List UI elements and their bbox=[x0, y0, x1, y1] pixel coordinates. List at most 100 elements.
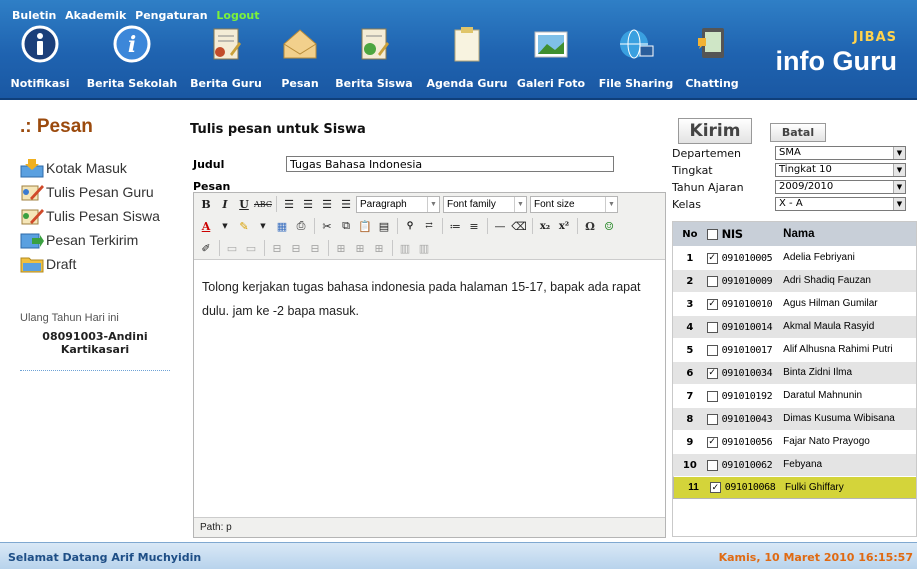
insert-col-after-icon[interactable]: ⊞ bbox=[351, 239, 369, 257]
judul-input[interactable] bbox=[286, 156, 614, 172]
file-sharing-button[interactable]: File Sharing bbox=[596, 24, 676, 98]
align-right-icon[interactable]: ☰ bbox=[318, 195, 336, 213]
row-checkbox[interactable]: ✓ bbox=[710, 482, 721, 493]
horizontal-rule-icon[interactable]: — bbox=[491, 217, 509, 235]
notifikasi-button[interactable]: Notifikasi bbox=[10, 24, 70, 98]
numbered-list-icon[interactable]: ≡ bbox=[465, 217, 483, 235]
align-center-icon[interactable]: ☰ bbox=[299, 195, 317, 213]
strikethrough-button[interactable]: ABC bbox=[254, 195, 272, 213]
paste-icon[interactable]: 📋 bbox=[356, 217, 374, 235]
nav-label: Draft bbox=[46, 256, 77, 272]
dropdown-arrow-icon[interactable]: ▼ bbox=[216, 217, 234, 235]
nav-tulis-pesan-siswa[interactable]: Tulis Pesan Siswa bbox=[20, 204, 160, 228]
berita-guru-button[interactable]: Berita Guru bbox=[190, 24, 262, 98]
insert-row-after-icon[interactable]: ⊟ bbox=[287, 239, 305, 257]
font-family-select[interactable]: Font family ▼ bbox=[443, 195, 527, 213]
row-no: 5 bbox=[686, 344, 694, 356]
table-cell-props-icon[interactable]: ▭ bbox=[242, 239, 260, 257]
select-all-checkbox[interactable] bbox=[706, 228, 718, 240]
table-row[interactable]: 7 091010192 Daratul Mahnunin bbox=[673, 384, 916, 407]
subscript-icon[interactable]: x₂ bbox=[536, 217, 554, 235]
agenda-guru-button[interactable]: Agenda Guru bbox=[426, 24, 508, 98]
delete-col-icon[interactable]: ⊞ bbox=[370, 239, 388, 257]
eraser-icon[interactable]: ⌫ bbox=[510, 217, 528, 235]
edit-table-icon[interactable]: ✐ bbox=[197, 239, 215, 257]
kirim-button[interactable]: Kirim bbox=[678, 118, 752, 144]
print-icon[interactable]: ⎙ bbox=[292, 217, 310, 235]
nav-pesan-terkirim[interactable]: Pesan Terkirim bbox=[20, 228, 160, 252]
superscript-icon[interactable]: x² bbox=[555, 217, 573, 235]
nav-tulis-pesan-guru[interactable]: Tulis Pesan Guru bbox=[20, 180, 160, 204]
emoticon-icon[interactable]: ☺ bbox=[600, 217, 618, 235]
cut-icon[interactable]: ✂ bbox=[318, 217, 336, 235]
galeri-foto-button[interactable]: Galeri Foto bbox=[515, 24, 587, 98]
berita-siswa-label: Berita Siswa bbox=[335, 77, 413, 90]
find-icon[interactable]: ⚲ bbox=[401, 217, 419, 235]
table-row[interactable]: 4 091010014 Akmal Maula Rasyid bbox=[673, 315, 916, 338]
insert-col-before-icon[interactable]: ⊞ bbox=[332, 239, 350, 257]
paragraph-select[interactable]: Paragraph ▼ bbox=[356, 195, 440, 213]
departemen-select[interactable]: SMA ▼ bbox=[775, 146, 906, 160]
row-checkbox[interactable] bbox=[706, 390, 718, 402]
bullet-list-icon[interactable]: ≔ bbox=[446, 217, 464, 235]
table-row[interactable]: 5 091010017 Alif Alhusna Rahimi Putri bbox=[673, 338, 916, 361]
row-checkbox[interactable] bbox=[706, 459, 718, 471]
table-row[interactable]: 6 ✓ 091010034 Binta Zidni Ilma bbox=[673, 361, 916, 384]
departemen-value: SMA bbox=[779, 147, 801, 158]
row-checkbox[interactable] bbox=[706, 275, 718, 287]
birthday-name[interactable]: 08091003-Andini Kartikasari bbox=[20, 330, 170, 356]
berita-sekolah-button[interactable]: i Berita Sekolah bbox=[84, 24, 180, 98]
delete-row-icon[interactable]: ⊟ bbox=[306, 239, 324, 257]
merge-cells-icon[interactable]: ▥ bbox=[415, 239, 433, 257]
editor-content[interactable]: Tolong kerjakan tugas bahasa indonesia p… bbox=[194, 261, 665, 517]
row-no: 10 bbox=[682, 459, 697, 471]
kelas-select[interactable]: X - A ▼ bbox=[775, 197, 906, 211]
insert-row-before-icon[interactable]: ⊟ bbox=[268, 239, 286, 257]
table-row[interactable]: 1 ✓ 091010005 Adelia Febriyani bbox=[673, 246, 916, 269]
row-checkbox[interactable] bbox=[706, 344, 718, 356]
row-checkbox[interactable]: ✓ bbox=[706, 298, 718, 310]
pesan-button[interactable]: Pesan bbox=[272, 24, 328, 98]
chatting-button[interactable]: Chatting bbox=[682, 24, 742, 98]
align-left-icon[interactable]: ☰ bbox=[280, 195, 298, 213]
tingkat-select[interactable]: Tingkat 10 ▼ bbox=[775, 163, 906, 177]
replace-icon[interactable]: ⇄ bbox=[420, 217, 438, 235]
nav-draft[interactable]: Draft bbox=[20, 252, 160, 276]
italic-button[interactable]: I bbox=[216, 195, 234, 213]
row-checkbox[interactable]: ✓ bbox=[706, 436, 718, 448]
table-row[interactable]: 10 091010062 Febyana bbox=[673, 453, 916, 476]
split-cells-icon[interactable]: ▥ bbox=[396, 239, 414, 257]
table-row[interactable]: 9 ✓ 091010056 Fajar Nato Prayogo bbox=[673, 430, 916, 453]
special-char-icon[interactable]: Ω bbox=[581, 217, 599, 235]
table-row[interactable]: 2 091010009 Adri Shadiq Fauzan bbox=[673, 269, 916, 292]
highlight-color-icon[interactable]: ✎ bbox=[235, 217, 253, 235]
menu-akademik[interactable]: Akademik bbox=[65, 9, 126, 22]
table-row-props-icon[interactable]: ▭ bbox=[223, 239, 241, 257]
toolbar-separator bbox=[532, 218, 533, 234]
row-nis: 091010192 bbox=[721, 390, 773, 402]
tahun-ajaran-select[interactable]: 2009/2010 ▼ bbox=[775, 180, 906, 194]
dropdown-arrow-icon[interactable]: ▼ bbox=[254, 217, 272, 235]
menu-pengaturan[interactable]: Pengaturan bbox=[135, 9, 207, 22]
row-nis: 091010005 bbox=[721, 252, 773, 264]
table-row[interactable]: 3 ✓ 091010010 Agus Hilman Gumilar bbox=[673, 292, 916, 315]
nav-kotak-masuk[interactable]: Kotak Masuk bbox=[20, 156, 160, 180]
font-size-select[interactable]: Font size ▼ bbox=[530, 195, 618, 213]
row-checkbox[interactable] bbox=[706, 321, 718, 333]
row-checkbox[interactable]: ✓ bbox=[706, 252, 718, 264]
table-row[interactable]: 11 ✓ 091010068 Fulki Ghiffary bbox=[673, 476, 916, 499]
berita-siswa-button[interactable]: Berita Siswa bbox=[334, 24, 414, 98]
underline-button[interactable]: U bbox=[235, 195, 253, 213]
row-checkbox[interactable]: ✓ bbox=[706, 367, 718, 379]
insert-table-icon[interactable]: ▦ bbox=[273, 217, 291, 235]
paste-word-icon[interactable]: ▤ bbox=[375, 217, 393, 235]
align-justify-icon[interactable]: ☰ bbox=[337, 195, 355, 213]
row-checkbox[interactable] bbox=[706, 413, 718, 425]
batal-button[interactable]: Batal bbox=[770, 123, 826, 142]
table-row[interactable]: 8 091010043 Dimas Kusuma Wibisana bbox=[673, 407, 916, 430]
logout-link[interactable]: Logout bbox=[216, 9, 259, 22]
text-color-icon[interactable]: A bbox=[197, 217, 215, 235]
copy-icon[interactable]: ⧉ bbox=[337, 217, 355, 235]
bold-button[interactable]: B bbox=[197, 195, 215, 213]
menu-buletin[interactable]: Buletin bbox=[12, 9, 56, 22]
